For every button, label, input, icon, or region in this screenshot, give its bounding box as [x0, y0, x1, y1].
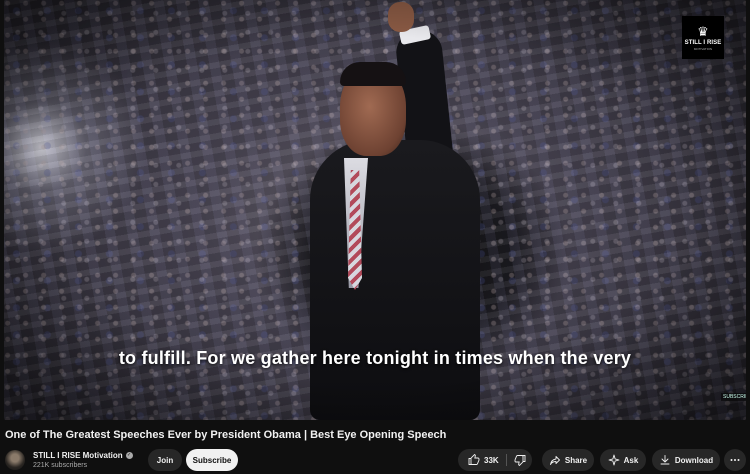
crown-icon: ♛ [697, 23, 709, 39]
avatar[interactable] [5, 450, 25, 470]
join-button[interactable]: Join [148, 449, 182, 471]
share-label: Share [564, 455, 588, 465]
channel-name-text[interactable]: STILL I RISE Motivation [33, 451, 123, 460]
share-button[interactable]: Share [542, 449, 594, 471]
watermark-logo-name: STILL I RISE [684, 39, 722, 46]
subscribe-button[interactable]: Subscribe [186, 449, 238, 471]
thumbs-up-icon[interactable] [468, 454, 480, 466]
corner-subscribe-badge: SUBSCRIBE [721, 393, 746, 401]
video-actions-row: STILL I RISE Motivation ✓ 221K subscribe… [0, 447, 750, 474]
check-icon: ✓ [125, 452, 133, 459]
download-button[interactable]: Download [652, 449, 720, 471]
more-horizontal-icon [729, 454, 741, 466]
sparkle-icon [608, 454, 620, 466]
video-subtitle: to fulfill. For we gather here tonight i… [118, 348, 632, 368]
thumbs-down-icon[interactable] [514, 454, 526, 466]
subscriber-count: 221K subscribers [33, 462, 88, 469]
download-icon [659, 454, 671, 466]
like-count[interactable]: 33K [484, 456, 499, 465]
channel-name[interactable]: STILL I RISE Motivation ✓ [33, 451, 133, 460]
more-actions-button[interactable] [724, 449, 746, 471]
share-icon [549, 454, 561, 466]
ask-button[interactable]: Ask [600, 449, 646, 471]
video-player[interactable]: ♛ STILL I RISE MOTIVATION to fulfill. Fo… [4, 0, 746, 420]
channel-watermark-logo: ♛ STILL I RISE MOTIVATION [682, 16, 724, 59]
like-dislike-group: 33K [458, 449, 532, 471]
watermark-logo-tagline: MOTIVATION [693, 46, 713, 51]
ask-label: Ask [623, 455, 639, 465]
video-title: One of The Greatest Speeches Ever by Pre… [5, 429, 447, 441]
download-label: Download [674, 455, 714, 465]
